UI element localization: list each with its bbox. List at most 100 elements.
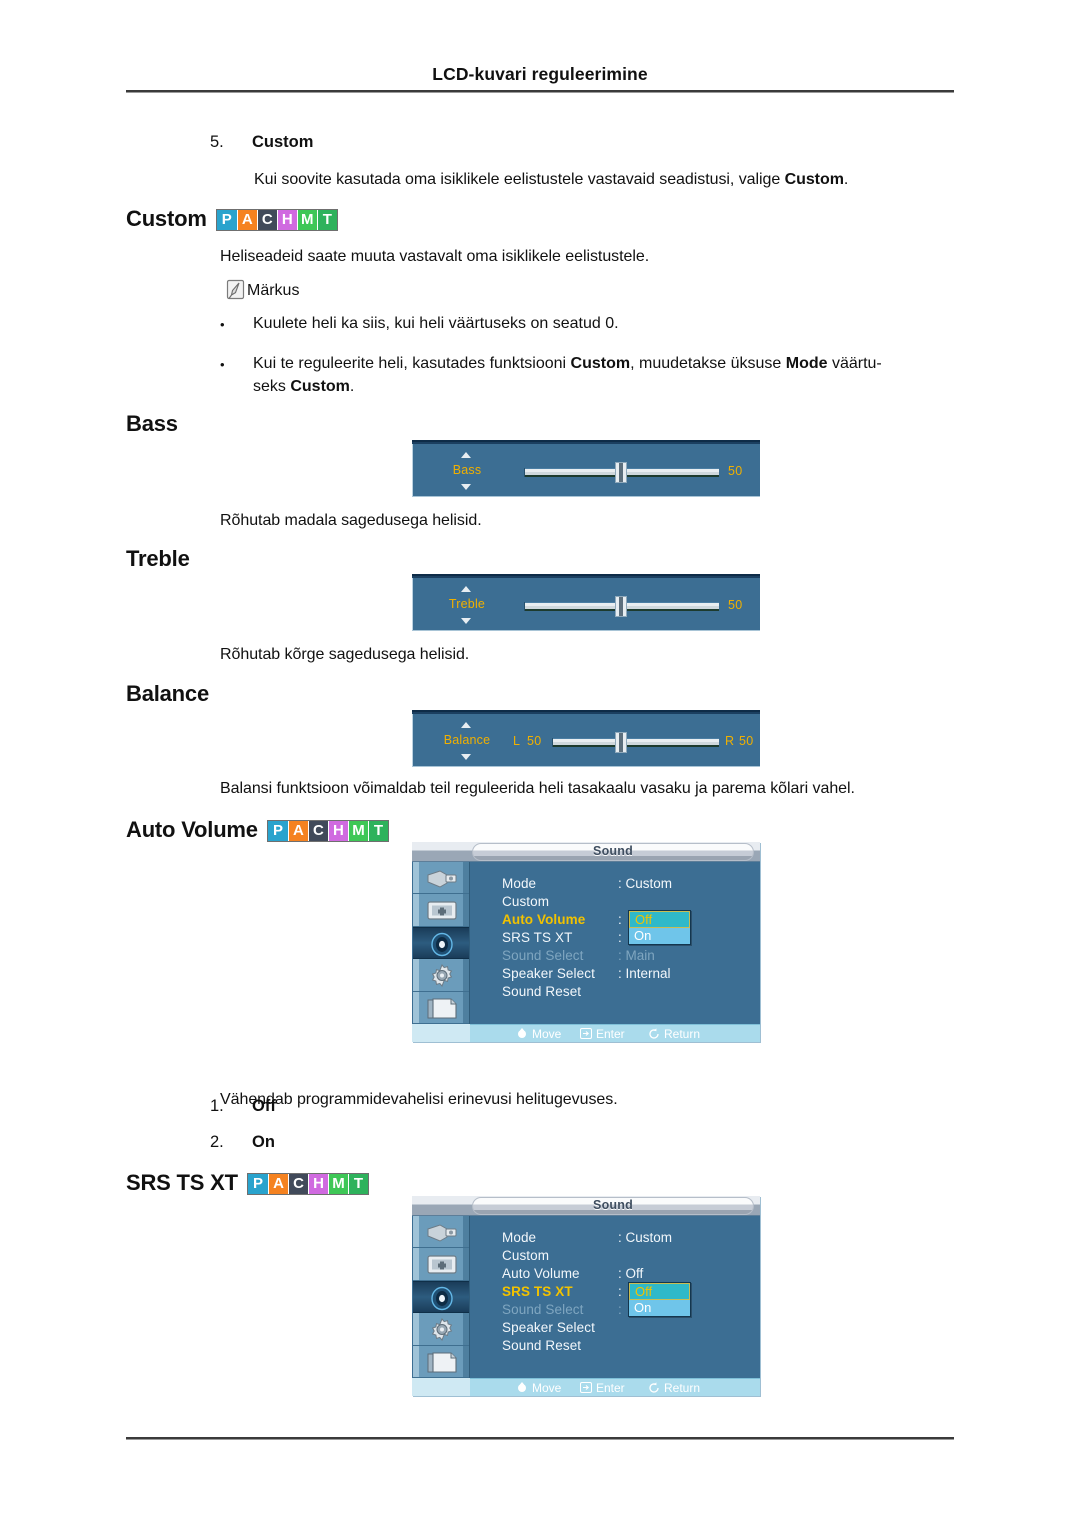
balance-down-arrow-icon[interactable] <box>461 754 471 760</box>
option-label: Off <box>252 1097 276 1115</box>
bass-down-arrow-icon[interactable] <box>461 484 471 490</box>
badge-letter-c: C <box>256 210 277 230</box>
osd-dropdown-option-on[interactable]: On <box>629 928 690 944</box>
list-label: Custom <box>252 133 314 151</box>
treble-description: Rõhutab kõrge sagedusega helisid. <box>220 646 470 663</box>
sidebar-icon-input-source[interactable] <box>413 862 469 895</box>
badge-letter-a: A <box>236 210 257 230</box>
osd-dropdown-option-off[interactable]: Off <box>629 911 690 928</box>
osd-row-custom-label[interactable]: Custom <box>502 894 549 911</box>
osd-content: Mode : Custom Custom Auto Volume : SRS T… <box>470 862 760 1024</box>
osd-footer: Move Enter Return <box>470 1024 760 1042</box>
osd-row-auto-volume-value: : Off <box>618 1266 644 1281</box>
osd-row-auto-volume-label[interactable]: Auto Volume <box>502 912 585 929</box>
bullet2-part1: Kui te reguleerite heli, kasutades funkt… <box>253 355 571 372</box>
move-icon <box>516 1382 528 1393</box>
bass-description: Rõhutab madala sagedusega helisid. <box>220 512 482 529</box>
treble-slider-label: Treble <box>448 597 486 611</box>
badge-letter-a: A <box>287 821 308 841</box>
osd-row-sound-reset-label[interactable]: Sound Reset <box>502 1338 581 1355</box>
osd-footer-left <box>412 1024 470 1042</box>
treble-down-arrow-icon[interactable] <box>461 618 471 624</box>
bass-up-arrow-icon[interactable] <box>461 452 471 458</box>
osd-row-mode-label[interactable]: Mode <box>502 1230 536 1247</box>
badge-letter-t: T <box>347 1174 368 1194</box>
osd-row-srs-label[interactable]: SRS TS XT <box>502 930 572 947</box>
sidebar-icon-input-source[interactable] <box>413 1216 469 1249</box>
sidebar-icon-picture[interactable] <box>413 1248 469 1281</box>
sidebar-icon-picture[interactable] <box>413 894 469 927</box>
osd-row-auto-volume-label[interactable]: Auto Volume <box>502 1266 580 1283</box>
bullet-text: Kui te reguleerite heli, kasutades funkt… <box>253 352 944 398</box>
osd-row-sound-reset-label[interactable]: Sound Reset <box>502 984 581 1001</box>
osd-footer-move[interactable]: Move <box>516 1381 561 1395</box>
treble-up-arrow-icon[interactable] <box>461 586 471 592</box>
sidebar-icon-setup[interactable] <box>413 959 469 992</box>
enter-icon <box>580 1382 592 1393</box>
heading-auto-volume: Auto Volume P A C H M T <box>126 817 389 843</box>
osd-dropdown-option-off[interactable]: Off <box>629 1283 690 1300</box>
osd-row-srs-label[interactable]: SRS TS XT <box>502 1284 573 1301</box>
balance-right-value: 50 <box>739 734 754 748</box>
sidebar-icon-sound[interactable] <box>413 1280 469 1314</box>
osd-row-mode-label[interactable]: Mode <box>502 876 536 893</box>
intro-paragraph-post: . <box>843 171 849 188</box>
osd-footer-return-label: Return <box>664 1027 701 1041</box>
osd-dropdown-auto-volume[interactable]: Off On <box>628 910 691 945</box>
sidebar-icon-multicontrol[interactable] <box>413 992 469 1024</box>
osd-row-speaker-select-label[interactable]: Speaker Select <box>502 966 595 983</box>
heading-treble: Treble <box>126 546 190 571</box>
osd-footer-enter-label: Enter <box>596 1027 625 1041</box>
osd-dropdown-option-on[interactable]: On <box>629 1300 690 1316</box>
badge-letter-p: P <box>267 821 288 841</box>
intro-paragraph: Kui soovite kasutada oma isiklikele eeli… <box>254 168 954 191</box>
balance-slider-handle[interactable] <box>615 732 627 753</box>
heading-srs-text: SRS TS XT <box>126 1170 238 1195</box>
osd-footer-return[interactable]: Return <box>648 1381 700 1395</box>
badge-letter-c: C <box>287 1174 308 1194</box>
sidebar-icon-sound[interactable] <box>413 926 469 960</box>
osd-footer: Move Enter Return <box>470 1378 760 1396</box>
bass-slider-widget[interactable]: Bass 50 <box>412 440 760 496</box>
badge-letter-m: M <box>327 1174 348 1194</box>
badge-letter-a: A <box>267 1174 288 1194</box>
bass-slider-handle[interactable] <box>615 462 627 483</box>
osd-title: Sound <box>593 844 633 858</box>
osd-row-sound-select-label: Sound Select <box>502 948 584 963</box>
bullet2-part5: . <box>349 378 355 395</box>
osd-menu-auto-volume[interactable]: Sound Mode: Custom Custom Auto Volume:… <box>412 842 760 1042</box>
osd-footer-enter[interactable]: Enter <box>580 1027 625 1041</box>
osd-sidebar[interactable] <box>413 862 470 1024</box>
balance-up-arrow-icon[interactable] <box>461 722 471 728</box>
osd-footer-move-label: Move <box>532 1381 562 1395</box>
osd-row-speaker-select-value: : Internal <box>618 966 671 981</box>
osd-row-speaker-select-label[interactable]: Speaker Select <box>502 1320 595 1337</box>
treble-slider-handle[interactable] <box>615 596 627 617</box>
osd-row-custom-label[interactable]: Custom <box>502 1248 549 1265</box>
balance-slider-widget[interactable]: Balance L 50 R 50 <box>412 710 760 766</box>
heading-custom: Custom P A C H M T <box>126 206 338 232</box>
osd-dropdown-srs[interactable]: Off On <box>628 1282 691 1317</box>
treble-slider-widget[interactable]: Treble 50 <box>412 574 760 630</box>
note-markus: Märkus <box>226 279 299 300</box>
balance-right-label: R <box>725 734 735 748</box>
osd-footer-return[interactable]: Return <box>648 1027 700 1041</box>
bullet2-part2: , muudetakse üksuse <box>630 355 786 372</box>
enter-icon <box>580 1028 592 1039</box>
badge-letter-p: P <box>247 1174 268 1194</box>
heading-bass: Bass <box>126 411 178 436</box>
osd-footer-enter[interactable]: Enter <box>580 1381 625 1395</box>
intro-paragraph-pre: Kui soovite kasutada oma isiklikele eeli… <box>254 171 785 188</box>
sidebar-icon-setup[interactable] <box>413 1313 469 1346</box>
osd-footer-return-label: Return <box>664 1381 701 1395</box>
osd-row-sound-select-value: : Main <box>618 948 655 963</box>
sidebar-icon-multicontrol[interactable] <box>413 1346 469 1378</box>
osd-sidebar[interactable] <box>413 1216 470 1378</box>
bullet2-part3: väärtu- <box>827 355 882 372</box>
header-divider <box>126 90 954 93</box>
osd-footer-move[interactable]: Move <box>516 1027 561 1041</box>
document-page: LCD-kuvari reguleerimine 5. Custom Kui s… <box>0 0 1080 1527</box>
balance-slider-track[interactable] <box>552 738 719 747</box>
osd-row-srs-colon: : <box>618 930 622 945</box>
osd-menu-srs[interactable]: Sound Mode: Custom Custom Auto Volume:… <box>412 1196 760 1396</box>
